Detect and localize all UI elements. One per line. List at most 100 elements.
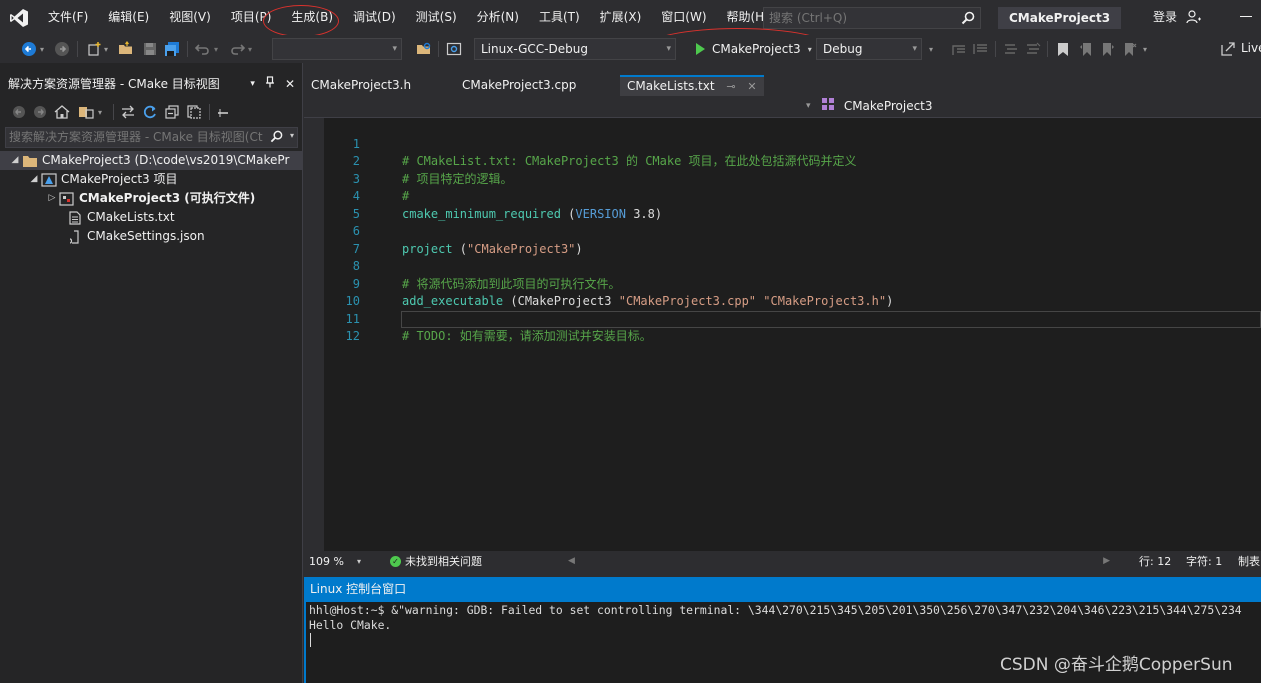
collapse-all-icon[interactable] bbox=[163, 103, 181, 121]
chevron-down-icon[interactable]: ▾ bbox=[808, 45, 812, 54]
code-line[interactable]: 1 # CMakeList.txt: CMakeProject3 的 CMake… bbox=[304, 118, 1261, 169]
solution-explorer-search[interactable]: ▾ bbox=[5, 127, 298, 148]
run-target-button[interactable]: CMakeProject3 ▾ bbox=[690, 38, 812, 60]
minimize-icon[interactable] bbox=[1240, 16, 1252, 17]
issues-indicator[interactable]: ✓ 未找到相关问题 bbox=[390, 551, 482, 572]
menu-build[interactable]: 生成(B) bbox=[281, 0, 343, 35]
solution-explorer-search-input[interactable] bbox=[6, 128, 266, 147]
forward-icon[interactable] bbox=[31, 103, 49, 121]
scroll-left-icon[interactable]: ◀ bbox=[568, 551, 575, 572]
undo-dropdown-icon[interactable]: ▾ bbox=[211, 40, 221, 58]
save-all-icon[interactable] bbox=[163, 40, 181, 58]
menu-debug[interactable]: 调试(D) bbox=[343, 0, 406, 35]
panel-menu-icon[interactable]: ▾ bbox=[250, 73, 255, 95]
back-icon[interactable] bbox=[20, 40, 38, 58]
prev-bookmark-icon[interactable] bbox=[1077, 40, 1095, 58]
back-icon[interactable] bbox=[10, 103, 28, 121]
tab-cmakeproject3-cpp[interactable]: CMakeProject3.cpp bbox=[455, 75, 583, 96]
search-icon[interactable] bbox=[961, 11, 975, 28]
close-icon[interactable]: ✕ bbox=[747, 80, 756, 93]
cursor-column-indicator[interactable]: 字符: 1 bbox=[1186, 551, 1222, 572]
code-line[interactable]: 12 bbox=[304, 310, 1261, 343]
code-line[interactable]: 9 add_executable (CMakeProject3 "CMakePr… bbox=[304, 258, 1261, 309]
refresh-icon[interactable] bbox=[141, 103, 159, 121]
menu-analyze[interactable]: 分析(N) bbox=[467, 0, 529, 35]
code-line[interactable]: 7 bbox=[304, 223, 1261, 256]
sync-icon[interactable] bbox=[119, 103, 137, 121]
tree-item-executable[interactable]: ▷ CMakeProject3 (可执行文件) bbox=[0, 189, 255, 208]
open-folder-icon[interactable] bbox=[117, 40, 135, 58]
code-line[interactable]: 5 bbox=[304, 188, 1261, 221]
forward-icon[interactable] bbox=[53, 40, 71, 58]
chevron-down-icon[interactable]: ▾ bbox=[357, 551, 361, 572]
show-all-files-icon[interactable] bbox=[185, 103, 203, 121]
solution-config-dropdown[interactable]: ▾ bbox=[272, 38, 402, 60]
tree-item-project[interactable]: ◢ CMakeProject3 项目 bbox=[0, 170, 178, 189]
menu-view[interactable]: 视图(V) bbox=[159, 0, 221, 35]
build-config-dropdown[interactable]: Debug ▾ bbox=[816, 38, 922, 60]
scroll-right-icon[interactable]: ▶ bbox=[1103, 551, 1110, 572]
clear-bookmarks-icon[interactable] bbox=[1121, 40, 1139, 58]
redo-icon[interactable] bbox=[228, 40, 246, 58]
live-share-icon[interactable] bbox=[1219, 40, 1237, 58]
bookmark-options-icon[interactable]: ▾ bbox=[1140, 40, 1150, 58]
back-dropdown-icon[interactable]: ▾ bbox=[37, 40, 47, 58]
target-view-icon[interactable] bbox=[445, 40, 463, 58]
collapse-arrow-icon[interactable]: ▷ bbox=[45, 189, 59, 208]
cursor-line-indicator[interactable]: 行: 12 bbox=[1139, 551, 1171, 572]
global-search-input[interactable] bbox=[764, 11, 954, 25]
uncomment-lines-icon[interactable] bbox=[1024, 40, 1042, 58]
user-icon[interactable] bbox=[1186, 10, 1202, 27]
code-line[interactable]: 2 # 项目特定的逻辑。 bbox=[304, 136, 1261, 186]
tree-item-file[interactable]: CMakeLists.txt bbox=[0, 208, 175, 227]
tab-cmakelists-txt[interactable]: CMakeLists.txt ⊸ ✕ bbox=[620, 75, 764, 96]
menu-edit[interactable]: 编辑(E) bbox=[98, 0, 159, 35]
toolbar-options-icon[interactable]: ▾ bbox=[926, 40, 936, 58]
target-system-dropdown[interactable]: Linux-GCC-Debug ▾ bbox=[474, 38, 676, 60]
chevron-down-icon[interactable]: ▾ bbox=[806, 96, 811, 117]
pin-icon[interactable]: ⊸ bbox=[726, 80, 735, 93]
new-project-dropdown-icon[interactable]: ▾ bbox=[101, 40, 111, 58]
menu-extensions[interactable]: 扩展(X) bbox=[590, 0, 652, 35]
menu-window[interactable]: 窗口(W) bbox=[651, 0, 716, 35]
bookmark-icon[interactable] bbox=[1054, 40, 1072, 58]
code-line[interactable]: 6 project ("CMakeProject3") bbox=[304, 206, 1261, 256]
next-bookmark-icon[interactable] bbox=[1099, 40, 1117, 58]
global-search[interactable] bbox=[763, 7, 981, 29]
redo-dropdown-icon[interactable]: ▾ bbox=[245, 40, 255, 58]
zoom-level[interactable]: 109 % bbox=[309, 551, 344, 572]
menu-project[interactable]: 项目(P) bbox=[221, 0, 282, 35]
comment-lines-icon[interactable] bbox=[1002, 40, 1020, 58]
menu-test[interactable]: 测试(S) bbox=[406, 0, 467, 35]
tab-mode-indicator[interactable]: 制表 bbox=[1238, 551, 1260, 572]
find-in-files-icon[interactable] bbox=[415, 40, 433, 58]
step-into-icon[interactable] bbox=[950, 40, 968, 58]
home-icon[interactable] bbox=[53, 103, 71, 121]
code-line[interactable]: 11 # TODO: 如有需要，请添加测试并安装目标。 bbox=[304, 293, 1261, 344]
close-icon[interactable]: ✕ bbox=[285, 73, 295, 95]
tab-cmakeproject3-h[interactable]: CMakeProject3.h bbox=[304, 75, 418, 96]
search-options-icon[interactable]: ▾ bbox=[290, 131, 294, 140]
sign-in-link[interactable]: 登录 bbox=[1153, 0, 1177, 35]
tree-item-root[interactable]: ◢ CMakeProject3 (D:\code\vs2019\CMakePr bbox=[0, 151, 302, 170]
code-line[interactable]: 3 # bbox=[304, 153, 1261, 204]
collapse-icon[interactable] bbox=[214, 103, 232, 121]
step-over-icon[interactable] bbox=[972, 40, 990, 58]
expand-arrow-icon[interactable]: ◢ bbox=[8, 151, 22, 170]
search-icon[interactable] bbox=[270, 130, 283, 146]
menu-tools[interactable]: 工具(T) bbox=[529, 0, 590, 35]
tree-item-file[interactable]: CMakeSettings.json bbox=[0, 227, 205, 246]
undo-icon[interactable] bbox=[194, 40, 212, 58]
code-editor[interactable]: 1 # CMakeList.txt: CMakeProject3 的 CMake… bbox=[304, 118, 1261, 551]
switch-views-icon[interactable] bbox=[77, 103, 95, 121]
switch-views-dropdown-icon[interactable]: ▾ bbox=[95, 103, 105, 121]
code-line[interactable]: 10 bbox=[304, 276, 1261, 308]
scope-dropdown[interactable]: CMakeProject3 bbox=[818, 96, 933, 117]
horizontal-scrollbar[interactable]: ◀ ▶ bbox=[564, 551, 1114, 572]
live-share-label[interactable]: Live bbox=[1241, 41, 1261, 55]
pin-icon[interactable] bbox=[265, 73, 275, 95]
code-line[interactable]: 4 cmake_minimum_required (VERSION 3.8) bbox=[304, 171, 1261, 221]
menu-file[interactable]: 文件(F) bbox=[38, 0, 98, 35]
save-icon[interactable] bbox=[141, 40, 159, 58]
code-line[interactable]: 8 # 将源代码添加到此项目的可执行文件。 bbox=[304, 241, 1261, 291]
